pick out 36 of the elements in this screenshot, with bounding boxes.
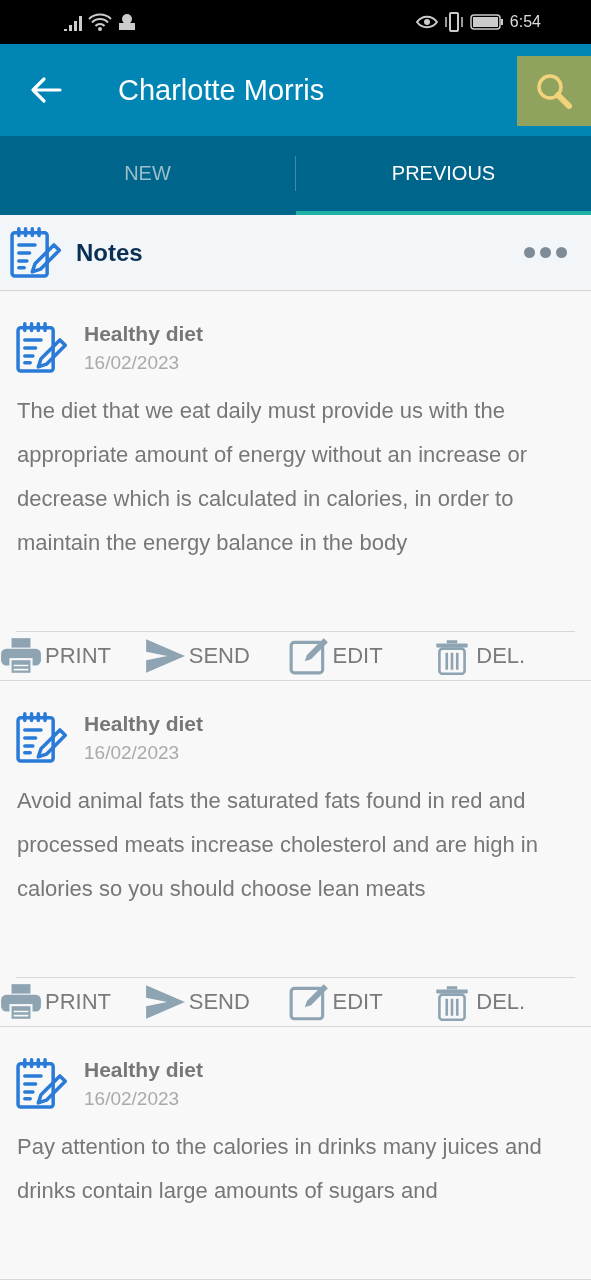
send-button[interactable]: SEND xyxy=(143,637,288,675)
edit-button[interactable]: EDIT xyxy=(287,637,432,675)
note-text: Avoid animal fats the saturated fats found in red and processed meats increase cholesterol and are high in calories so you should choose lean meats xyxy=(16,787,539,903)
notepad-icon xyxy=(14,321,68,375)
edit-icon xyxy=(287,637,330,675)
print-button[interactable]: PRINT xyxy=(0,983,144,1021)
section-title: Notes xyxy=(76,238,144,267)
app-bar-title: Charlotte Morris xyxy=(118,73,326,107)
notification-icon xyxy=(118,13,136,31)
note-text: Pay attention to the calories in drinks many juices and drinks contain large amounts of sugars and xyxy=(16,1133,543,1205)
note-date: 16/02/2023 xyxy=(84,352,181,374)
send-icon xyxy=(143,637,186,675)
search-button[interactable] xyxy=(517,56,591,126)
delete-button[interactable]: DEL. xyxy=(431,983,575,1021)
note-date: 16/02/2023 xyxy=(84,742,181,764)
note-title: Healthy diet xyxy=(84,1058,204,1082)
notepad-icon xyxy=(14,1057,68,1111)
note-title: Healthy diet xyxy=(84,712,204,736)
note-title: Healthy diet xyxy=(84,322,204,346)
notepad-icon xyxy=(8,225,62,280)
print-button[interactable]: PRINT xyxy=(0,637,144,675)
note-date: 16/02/2023 xyxy=(84,1088,181,1110)
clock: 6:54 xyxy=(509,13,541,31)
vibrate-icon xyxy=(443,12,464,32)
eye-icon xyxy=(415,14,438,30)
battery-icon xyxy=(469,14,504,30)
edit-button[interactable]: EDIT xyxy=(287,983,432,1021)
wifi-icon xyxy=(88,13,112,31)
notepad-icon xyxy=(14,711,68,765)
edit-icon xyxy=(287,983,330,1021)
search-icon xyxy=(534,71,574,111)
tab[interactable]: NEW xyxy=(0,136,295,215)
note-text: The diet that we eat daily must provide us with the appropriate amount of energy without an increase or decrease which is calculated in calories, in order to maintain the energy balance in the body xyxy=(16,397,528,557)
send-button[interactable]: SEND xyxy=(143,983,288,1021)
send-icon xyxy=(143,983,186,1021)
delete-button[interactable]: DEL. xyxy=(431,637,575,675)
